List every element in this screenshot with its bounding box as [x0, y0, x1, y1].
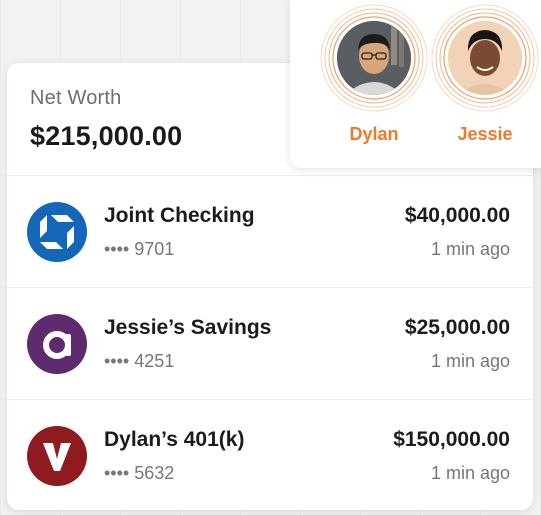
chase-octagon-icon	[27, 202, 87, 262]
account-row-jessies-savings[interactable]: Jessie’s Savings •••• 4251 $25,000.00 1 …	[7, 287, 533, 399]
account-name: Jessie’s Savings	[104, 316, 272, 339]
user-name: Dylan	[349, 124, 399, 144]
account-balance: $40,000.00	[404, 204, 510, 227]
user-name: Jessie	[457, 124, 513, 144]
account-updated-time: 1 min ago	[430, 239, 510, 259]
account-balance: $25,000.00	[404, 316, 510, 339]
account-number: •••• 4251	[104, 351, 175, 371]
account-number: •••• 5632	[104, 463, 175, 483]
user-dylan[interactable]: Dylan	[319, 0, 429, 168]
jessie-avatar	[431, 4, 539, 112]
net-worth-value: $215,000.00	[30, 121, 183, 151]
vanguard-v-icon	[27, 426, 87, 486]
account-name: Dylan’s 401(k)	[104, 428, 245, 451]
account-number: •••• 9701	[104, 239, 175, 259]
account-name: Joint Checking	[104, 204, 255, 227]
users-panel: Dylan Jessie	[290, 0, 541, 168]
net-worth-label: Net Worth	[30, 87, 122, 109]
net-worth-section: Net Worth $215,000.00	[30, 87, 182, 152]
account-row-dylans-401k[interactable]: Dylan’s 401(k) •••• 5632 $150,000.00 1 m…	[7, 399, 533, 510]
account-balance: $150,000.00	[393, 428, 510, 451]
account-updated-time: 1 min ago	[430, 351, 510, 371]
account-updated-time: 1 min ago	[430, 463, 510, 483]
account-row-joint-checking[interactable]: Joint Checking •••• 9701 $40,000.00 1 mi…	[7, 175, 533, 287]
ally-a-icon	[27, 314, 87, 374]
user-jessie[interactable]: Jessie	[430, 0, 540, 168]
dylan-avatar	[320, 4, 428, 112]
